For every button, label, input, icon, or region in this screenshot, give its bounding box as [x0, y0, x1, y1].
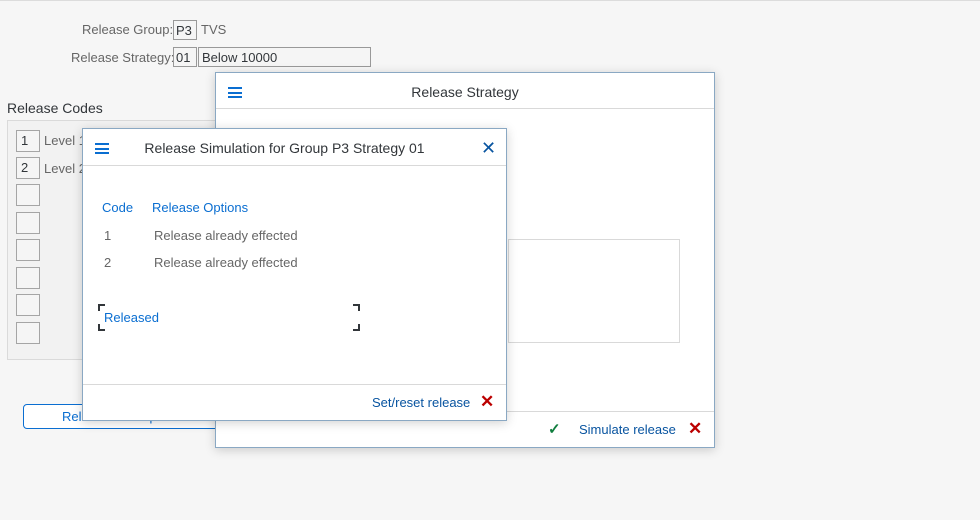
release-group-label: Release Group: [82, 22, 174, 37]
close-icon[interactable]: ✕ [481, 139, 496, 157]
table-row-code: 2 [104, 255, 112, 270]
release-code-cell[interactable]: 2 [16, 157, 40, 179]
release-simulation-dialog: Release Simulation for Group P3 Strategy… [82, 128, 507, 421]
checkmark-icon[interactable]: ✓ [548, 420, 561, 438]
release-codes-title: Release Codes [7, 100, 103, 116]
set-reset-release-button[interactable]: Set/reset release [372, 395, 470, 410]
strategy-content-box [508, 239, 680, 343]
release-code-cell[interactable] [16, 294, 40, 316]
release-code-cell[interactable] [16, 322, 40, 344]
release-code-label: Level 2 [44, 161, 86, 176]
column-header-release-options[interactable]: Release Options [152, 200, 248, 215]
release-strategy-label: Release Strategy: [71, 50, 175, 65]
close-icon[interactable]: ✕ [480, 393, 494, 410]
table-row-code: 1 [104, 228, 112, 243]
release-strategy-dialog-title: Release Strategy [411, 84, 519, 100]
release-group-code-field[interactable]: P3 [173, 20, 197, 40]
release-simulation-dialog-title: Release Simulation for Group P3 Strategy… [144, 140, 425, 156]
column-header-code[interactable]: Code [102, 200, 133, 215]
top-divider [0, 0, 980, 1]
release-code-cell[interactable] [16, 267, 40, 289]
release-strategy-text-field[interactable]: Below 10000 [198, 47, 371, 67]
table-row-option[interactable]: Release already effected [154, 255, 298, 270]
released-status-link[interactable]: Released [104, 310, 159, 325]
close-icon[interactable]: ✕ [688, 420, 702, 437]
release-code-label: Level 1 [44, 133, 86, 148]
release-code-cell[interactable] [16, 212, 40, 234]
release-simulation-dialog-header: Release Simulation for Group P3 Strategy… [83, 129, 506, 166]
simulate-release-button[interactable]: Simulate release [579, 422, 676, 437]
release-code-cell[interactable] [16, 184, 40, 206]
release-code-cell[interactable]: 1 [16, 130, 40, 152]
table-row-option[interactable]: Release already effected [154, 228, 298, 243]
release-group-text: TVS [201, 22, 227, 37]
release-simulation-dialog-footer: Set/reset release ✕ [83, 384, 506, 420]
release-strategy-dialog-header: Release Strategy [216, 73, 714, 109]
release-code-cell[interactable] [16, 239, 40, 261]
release-strategy-code-field[interactable]: 01 [173, 47, 197, 67]
